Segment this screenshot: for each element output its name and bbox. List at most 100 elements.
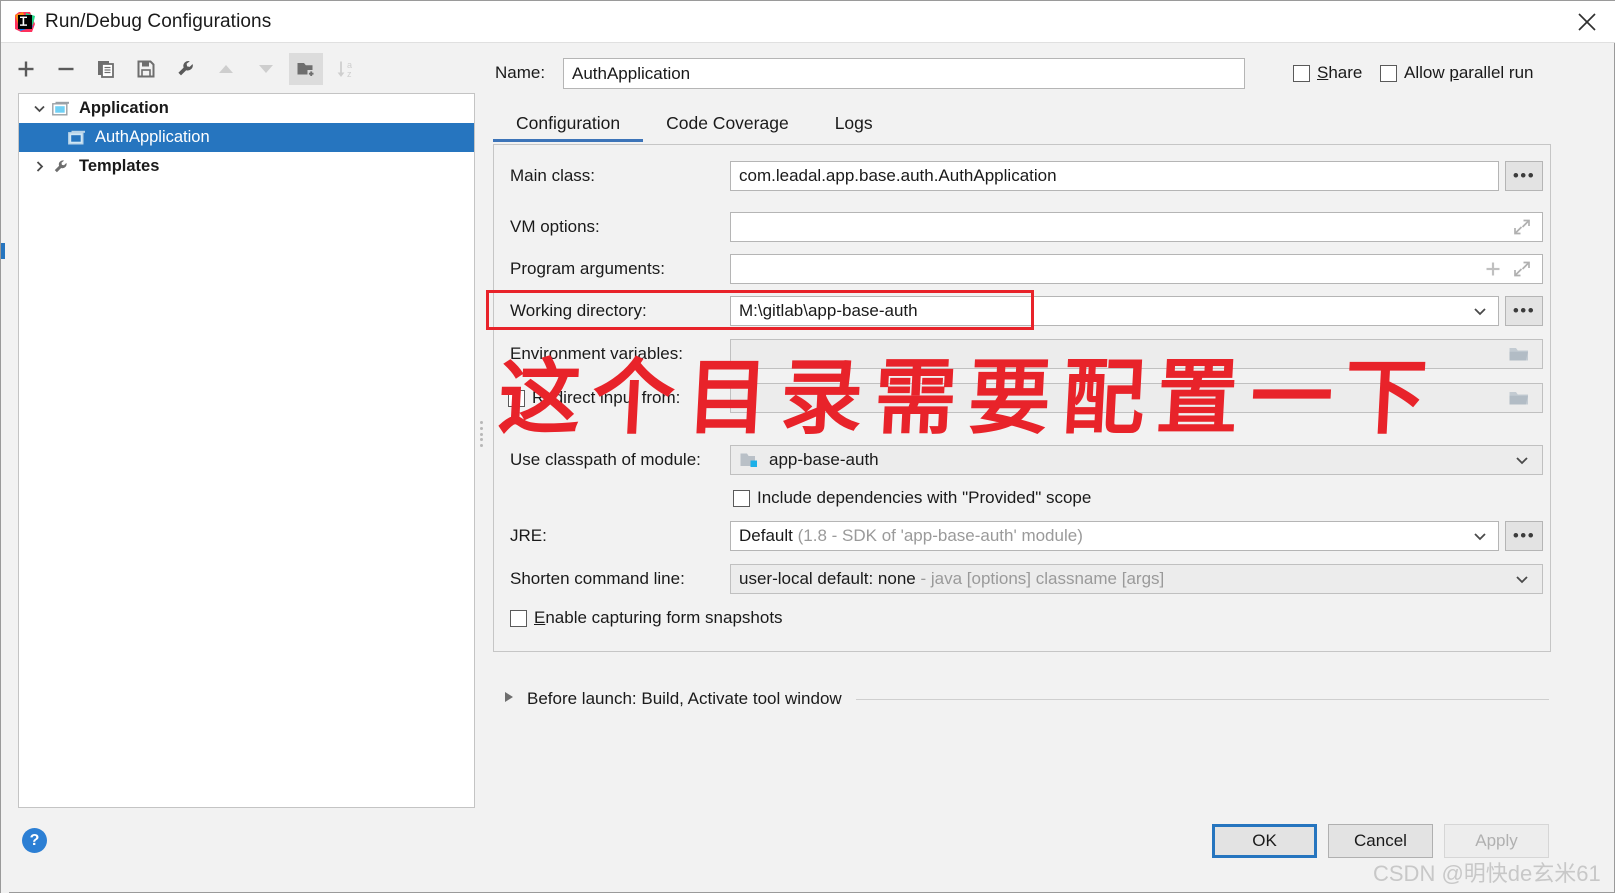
- tab-code-coverage[interactable]: Code Coverage: [643, 113, 812, 142]
- before-launch-section[interactable]: Before launch: Build, Activate tool wind…: [493, 686, 1551, 712]
- shorten-command-line-value: user-local default: none: [739, 569, 916, 588]
- chevron-down-icon[interactable]: [1513, 453, 1531, 467]
- apply-button: Apply: [1444, 824, 1549, 858]
- shorten-command-line-combobox[interactable]: user-local default: none - java [options…: [730, 564, 1543, 594]
- program-arguments-row: Program arguments:: [494, 254, 1550, 284]
- remove-button[interactable]: [49, 53, 83, 85]
- include-provided-checkbox[interactable]: Include dependencies with "Provided" sco…: [733, 488, 1091, 508]
- jre-browse-button[interactable]: •••: [1505, 521, 1543, 551]
- environment-variables-label: Environment variables:: [510, 344, 683, 363]
- expand-diagonal-icon[interactable]: [1511, 217, 1533, 237]
- folder-add-icon[interactable]: [289, 53, 323, 85]
- checkbox-box[interactable]: [508, 389, 525, 407]
- share-label: Share: [1317, 63, 1363, 82]
- jre-combobox[interactable]: Default (1.8 - SDK of 'app-base-auth' mo…: [730, 521, 1499, 551]
- form-snapshots-label: Enable capturing form snapshots: [534, 608, 783, 627]
- include-provided-label: Include dependencies with "Provided" sco…: [757, 488, 1092, 507]
- checkbox-box[interactable]: [510, 609, 527, 627]
- program-arguments-input[interactable]: [730, 254, 1543, 284]
- wrench-icon[interactable]: [169, 53, 203, 85]
- configurations-toolbar: a z: [9, 49, 479, 89]
- checkbox-box[interactable]: [733, 489, 750, 507]
- save-button[interactable]: [129, 53, 163, 85]
- working-directory-label: Working directory:: [510, 301, 647, 320]
- jre-value-hint: (1.8 - SDK of 'app-base-auth' module): [797, 526, 1083, 545]
- application-icon: [66, 130, 88, 146]
- chevron-down-icon[interactable]: [1471, 529, 1489, 543]
- tree-item-authapplication[interactable]: AuthApplication: [19, 123, 474, 152]
- help-button[interactable]: ?: [22, 828, 47, 853]
- vm-options-label: VM options:: [510, 217, 600, 236]
- panel-splitter[interactable]: [478, 421, 485, 447]
- tab-logs[interactable]: Logs: [812, 113, 896, 142]
- checkbox-box[interactable]: [1380, 64, 1397, 82]
- before-launch-divider: [855, 698, 1549, 700]
- left-edge-strip: [1, 43, 9, 893]
- main-class-input[interactable]: com.leadal.app.base.auth.AuthApplication: [730, 161, 1499, 191]
- jre-label: JRE:: [510, 526, 547, 545]
- application-icon: [50, 101, 72, 117]
- tree-item-label: Application: [79, 99, 169, 117]
- arrow-down-icon[interactable]: [249, 53, 283, 85]
- classpath-module-label: Use classpath of module:: [510, 450, 701, 469]
- classpath-module-combobox[interactable]: app-base-auth: [730, 445, 1543, 475]
- classpath-module-row: Use classpath of module: app-base-auth: [494, 445, 1550, 475]
- window-title: Run/Debug Configurations: [45, 10, 272, 32]
- arrow-up-icon[interactable]: [209, 53, 243, 85]
- chevron-right-icon[interactable]: [28, 160, 50, 173]
- main-class-browse-button[interactable]: •••: [1505, 161, 1543, 191]
- configuration-panel: Main class: com.leadal.app.base.auth.Aut…: [493, 144, 1551, 652]
- tree-item-application[interactable]: Application: [19, 94, 474, 123]
- folder-icon[interactable]: [1508, 388, 1530, 408]
- csdn-watermark: CSDN @明快de玄米61: [1373, 861, 1601, 886]
- tree-item-label: Templates: [79, 157, 160, 175]
- tree-item-templates[interactable]: Templates: [19, 152, 474, 181]
- vm-options-input[interactable]: [730, 212, 1543, 242]
- redirect-input-row: Redirect input from:: [494, 383, 1550, 413]
- chevron-down-icon[interactable]: [1471, 304, 1489, 318]
- ok-button[interactable]: OK: [1212, 824, 1317, 858]
- vm-options-row: VM options:: [494, 212, 1550, 242]
- checkbox-box[interactable]: [1293, 64, 1310, 82]
- working-directory-browse-button[interactable]: •••: [1505, 296, 1543, 326]
- jre-row: JRE: Default (1.8 - SDK of 'app-base-aut…: [494, 521, 1550, 551]
- tree-item-label: AuthApplication: [95, 128, 210, 146]
- jre-value: Default: [739, 526, 793, 545]
- form-snapshots-checkbox[interactable]: Enable capturing form snapshots: [510, 608, 783, 628]
- classpath-module-value: app-base-auth: [769, 450, 879, 469]
- add-button[interactable]: [9, 53, 43, 85]
- triangle-right-icon[interactable]: [503, 690, 515, 709]
- svg-text:z: z: [347, 69, 352, 79]
- chevron-down-icon[interactable]: [28, 102, 50, 115]
- title-bar: Run/Debug Configurations: [1, 1, 1615, 43]
- working-directory-row: Working directory: M:\gitlab\app-base-au…: [494, 296, 1550, 326]
- main-class-row: Main class: com.leadal.app.base.auth.Aut…: [494, 161, 1550, 191]
- redirect-input-checkbox[interactable]: Redirect input from:: [508, 388, 680, 408]
- share-checkbox[interactable]: Share: [1293, 63, 1362, 83]
- shorten-command-line-label: Shorten command line:: [510, 569, 685, 588]
- shorten-command-line-hint: - java [options] classname [args]: [920, 569, 1165, 588]
- name-input[interactable]: AuthApplication: [563, 58, 1245, 89]
- expand-diagonal-icon[interactable]: [1511, 259, 1533, 279]
- configuration-tabs: Configuration Code Coverage Logs: [493, 106, 1551, 142]
- run-debug-configurations-dialog: Run/Debug Configurations a z Application…: [0, 0, 1615, 893]
- configurations-tree[interactable]: Application AuthApplication Templates: [18, 93, 475, 808]
- folder-icon[interactable]: [1508, 344, 1530, 364]
- wrench-icon: [50, 158, 72, 176]
- working-directory-input[interactable]: M:\gitlab\app-base-auth: [730, 296, 1499, 326]
- tab-configuration[interactable]: Configuration: [493, 113, 644, 142]
- cancel-button[interactable]: Cancel: [1328, 824, 1433, 858]
- environment-variables-row: Environment variables:: [494, 339, 1550, 369]
- redirect-input-path[interactable]: [730, 383, 1543, 413]
- sort-az-icon[interactable]: a z: [329, 53, 363, 85]
- redirect-input-label: Redirect input from:: [532, 388, 681, 407]
- allow-parallel-run-checkbox[interactable]: Allow parallel run: [1380, 63, 1533, 83]
- module-folder-icon: [739, 451, 761, 469]
- main-class-label: Main class:: [510, 166, 596, 185]
- program-arguments-label: Program arguments:: [510, 259, 665, 278]
- environment-variables-input[interactable]: [730, 339, 1543, 369]
- chevron-down-icon[interactable]: [1513, 572, 1531, 586]
- close-icon[interactable]: [1558, 1, 1615, 43]
- copy-button[interactable]: [89, 53, 123, 85]
- plus-icon[interactable]: [1482, 259, 1504, 279]
